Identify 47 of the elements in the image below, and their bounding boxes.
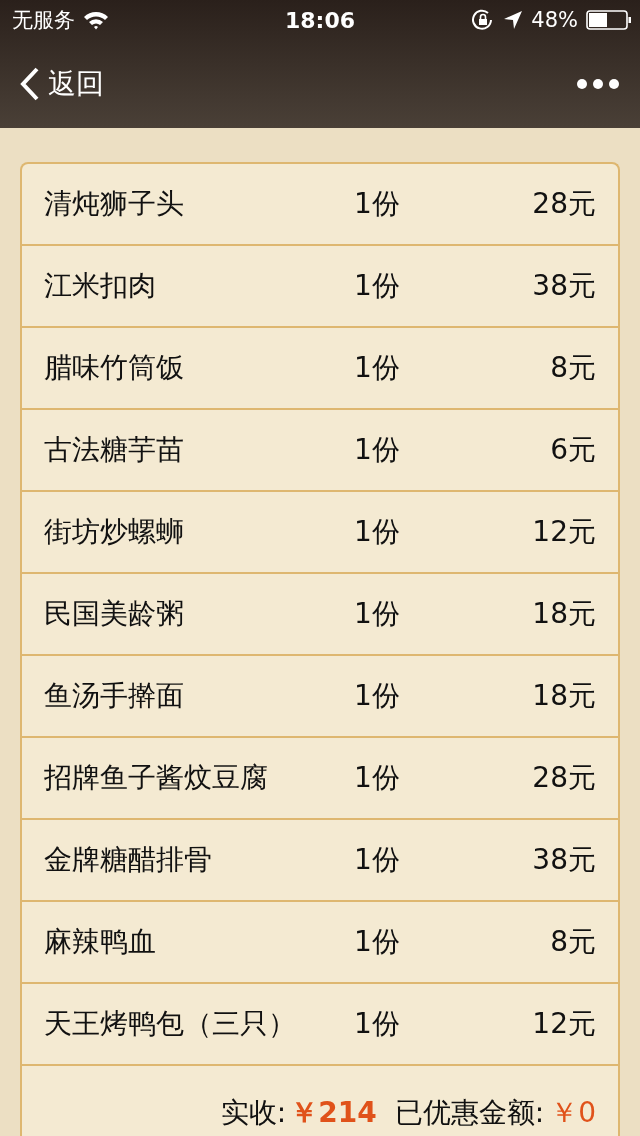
back-button[interactable]: 返回 [20, 65, 104, 103]
dish-name: 民国美龄粥 [44, 596, 185, 632]
quantity-text: 1份 [354, 760, 401, 796]
price-text: 38元 [531, 842, 596, 878]
price-text: 18元 [531, 596, 596, 632]
quantity-text: 1份 [354, 514, 401, 550]
dish-name: 招牌鱼子酱炆豆腐 [44, 760, 269, 796]
quantity-text: 1份 [354, 842, 401, 878]
dish-name: 鱼汤手擀面 [44, 678, 185, 714]
price-text: 12元 [531, 514, 596, 550]
dish-name: 古法糖芋苗 [44, 432, 185, 468]
quantity-text: 1份 [354, 924, 401, 960]
price-text: 38元 [531, 268, 596, 304]
battery-percent-text: 48% [531, 8, 578, 32]
more-button[interactable] [576, 78, 620, 90]
quantity-text: 1份 [354, 186, 401, 222]
dish-name: 街坊炒螺蛳 [44, 514, 185, 550]
battery-icon [586, 10, 632, 30]
paid-amount: ￥214 [290, 1095, 377, 1131]
price-text: 18元 [531, 678, 596, 714]
more-icon [576, 78, 620, 90]
dish-name: 清炖狮子头 [44, 186, 185, 222]
location-arrow-icon [503, 10, 524, 30]
price-text: 8元 [549, 924, 596, 960]
discount-label: 已优惠金额: [394, 1095, 545, 1131]
clock-text: 18:06 [285, 7, 355, 33]
quantity-text: 1份 [354, 432, 401, 468]
dish-name: 麻辣鸭血 [44, 924, 157, 960]
price-text: 8元 [549, 350, 596, 386]
discount-amount: ￥0 [550, 1095, 596, 1131]
dish-name: 金牌糖醋排骨 [44, 842, 213, 878]
quantity-text: 1份 [354, 268, 401, 304]
paid-label: 实收: [220, 1095, 287, 1131]
price-text: 12元 [531, 1006, 596, 1042]
carrier-text: 无服务 [12, 7, 75, 34]
price-text: 28元 [531, 186, 596, 222]
dish-name: 天王烤鸭包（三只） [44, 1006, 297, 1042]
quantity-text: 1份 [354, 596, 401, 632]
wifi-icon [83, 10, 109, 30]
quantity-text: 1份 [354, 1006, 401, 1042]
quantity-text: 1份 [354, 678, 401, 714]
dish-name: 腊味竹筒饭 [44, 350, 185, 386]
quantity-text: 1份 [354, 350, 401, 386]
dish-name: 江米扣肉 [44, 268, 157, 304]
price-text: 6元 [549, 432, 596, 468]
price-text: 28元 [531, 760, 596, 796]
chevron-left-icon [20, 67, 40, 101]
